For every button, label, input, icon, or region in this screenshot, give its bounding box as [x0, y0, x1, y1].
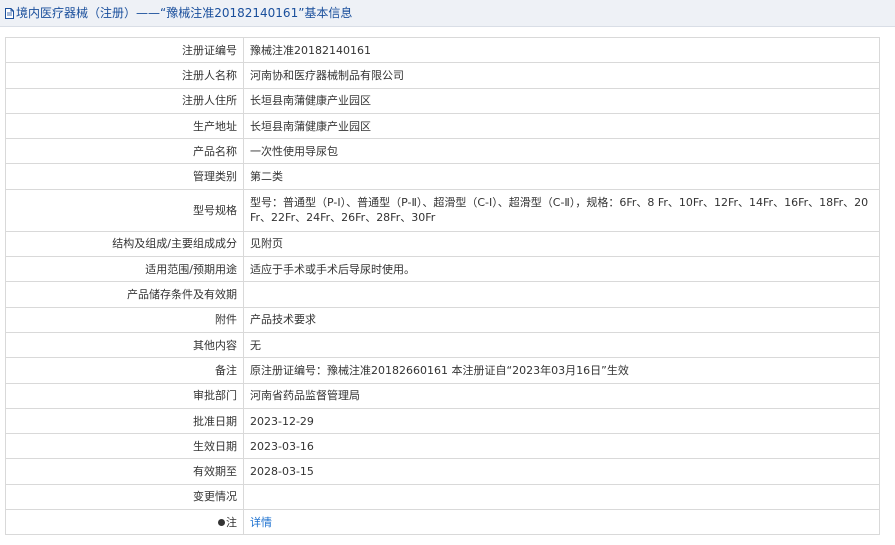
row-label: 附件: [5, 306, 244, 333]
row-label: 备注: [5, 357, 244, 384]
row-value: 原注册证编号：豫械注准20182660161 本注册证自“2023年03月16日…: [243, 357, 880, 384]
row-label: 有效期至: [5, 458, 244, 485]
row-value: 适应于手术或手术后导尿时使用。: [243, 256, 880, 283]
table-row: 结构及组成/主要组成成分 见附页: [5, 230, 880, 258]
table-row: 审批部门 河南省药品监督管理局: [5, 382, 880, 409]
note-label: 注: [226, 515, 237, 529]
row-value: 型号：普通型（P-Ⅰ）、普通型（P-Ⅱ）、超滑型（C-Ⅰ）、超滑型（C-Ⅱ），规…: [243, 188, 880, 232]
table-row: 变更情况: [5, 483, 880, 511]
table-row: 备注 原注册证编号：豫械注准20182660161 本注册证自“2023年03月…: [5, 357, 880, 384]
table-row: 有效期至 2028-03-15: [5, 458, 880, 485]
row-label: 管理类别: [5, 163, 244, 190]
table-row: 其他内容 无: [5, 331, 880, 359]
pin-icon: [218, 518, 225, 526]
table-row: 型号规格 型号：普通型（P-Ⅰ）、普通型（P-Ⅱ）、超滑型（C-Ⅰ）、超滑型（C…: [5, 188, 880, 232]
row-label-note: 注: [5, 509, 244, 536]
row-value: 豫械注准20182140161: [243, 36, 880, 64]
row-value: 长垣县南蒲健康产业园区: [243, 87, 880, 114]
table-row-note: 注 详情: [5, 509, 880, 536]
table-row: 批准日期 2023-12-29: [5, 407, 880, 435]
row-value: 2028-03-15: [243, 458, 880, 485]
page-title: 境内医疗器械（注册）——“豫械注准20182140161”基本信息: [16, 6, 353, 20]
table-row: 管理类别 第二类: [5, 163, 880, 190]
row-label: 型号规格: [5, 188, 244, 232]
table-row: 注册证编号 豫械注准20182140161: [5, 36, 880, 64]
row-value: 长垣县南蒲健康产业园区: [243, 112, 880, 140]
table-row: 附件 产品技术要求: [5, 306, 880, 333]
row-label: 审批部门: [5, 382, 244, 409]
row-label: 注册证编号: [5, 36, 244, 64]
row-label: 结构及组成/主要组成成分: [5, 230, 244, 258]
row-value: 2023-12-29: [243, 407, 880, 435]
table-row: 生产地址 长垣县南蒲健康产业园区: [5, 112, 880, 140]
row-value: 河南协和医疗器械制品有限公司: [243, 62, 880, 89]
row-label: 批准日期: [5, 407, 244, 435]
row-value: [243, 483, 880, 511]
row-value: 2023-03-16: [243, 433, 880, 460]
row-label: 适用范围/预期用途: [5, 256, 244, 283]
row-label: 其他内容: [5, 331, 244, 359]
row-label: 产品储存条件及有效期: [5, 281, 244, 308]
info-table: 注册证编号 豫械注准20182140161 注册人名称 河南协和医疗器械制品有限…: [5, 36, 880, 536]
row-value: 无: [243, 331, 880, 359]
row-value: 第二类: [243, 163, 880, 190]
row-label: 注册人住所: [5, 87, 244, 114]
row-value: 河南省药品监督管理局: [243, 382, 880, 409]
row-value: 产品技术要求: [243, 306, 880, 333]
table-row: 注册人住所 长垣县南蒲健康产业园区: [5, 87, 880, 114]
row-value: 见附页: [243, 230, 880, 258]
table-row: 产品储存条件及有效期: [5, 281, 880, 308]
table-row: 适用范围/预期用途 适应于手术或手术后导尿时使用。: [5, 256, 880, 283]
row-value: [243, 281, 880, 308]
row-label: 变更情况: [5, 483, 244, 511]
row-value-note: 详情: [243, 509, 880, 536]
row-label: 产品名称: [5, 138, 244, 165]
document-icon: [5, 8, 14, 19]
row-label: 注册人名称: [5, 62, 244, 89]
row-label: 生产地址: [5, 112, 244, 140]
table-row: 生效日期 2023-03-16: [5, 433, 880, 460]
table-row: 注册人名称 河南协和医疗器械制品有限公司: [5, 62, 880, 89]
details-link[interactable]: 详情: [250, 516, 272, 529]
info-table-container: 注册证编号 豫械注准20182140161 注册人名称 河南协和医疗器械制品有限…: [5, 36, 880, 536]
row-label: 生效日期: [5, 433, 244, 460]
row-value: 一次性使用导尿包: [243, 138, 880, 165]
table-row: 产品名称 一次性使用导尿包: [5, 138, 880, 165]
page-header: 境内医疗器械（注册）——“豫械注准20182140161”基本信息: [0, 0, 895, 27]
